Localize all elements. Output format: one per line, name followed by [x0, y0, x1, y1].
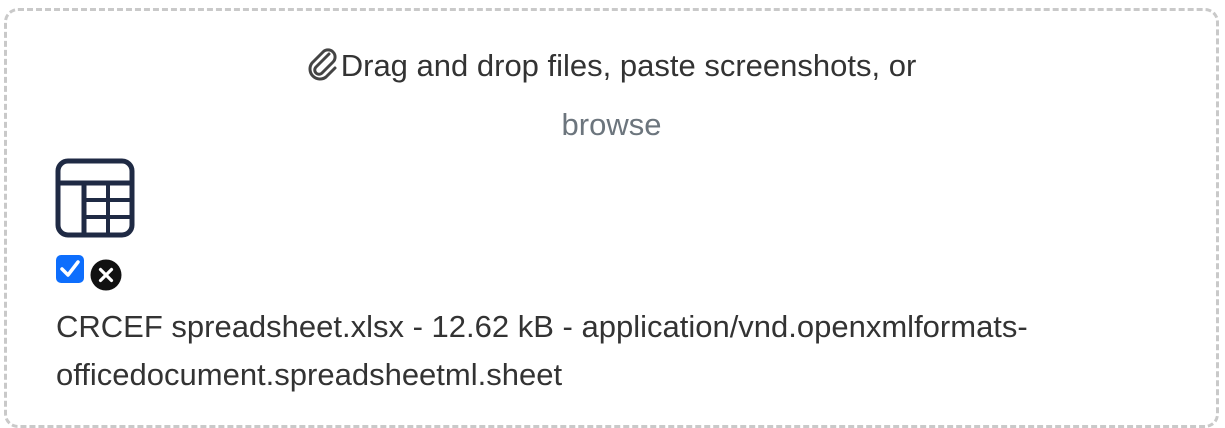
- paperclip-icon: [308, 48, 337, 81]
- file-dropzone[interactable]: Drag and drop files, paste screenshots, …: [4, 8, 1219, 428]
- close-circle-icon[interactable]: [89, 258, 123, 292]
- file-info-text: CRCEF spreadsheet.xlsx - 12.62 kB - appl…: [56, 309, 1028, 392]
- checkmark-icon: [60, 260, 80, 277]
- file-actions: [56, 253, 136, 291]
- dropzone-prompt-text: Drag and drop files, paste screenshots, …: [340, 48, 917, 83]
- browse-link[interactable]: browse: [7, 107, 1216, 143]
- dropzone-prompt: Drag and drop files, paste screenshots, …: [7, 47, 1216, 84]
- file-select-checkbox[interactable]: [56, 255, 84, 283]
- spreadsheet-icon: [55, 158, 135, 238]
